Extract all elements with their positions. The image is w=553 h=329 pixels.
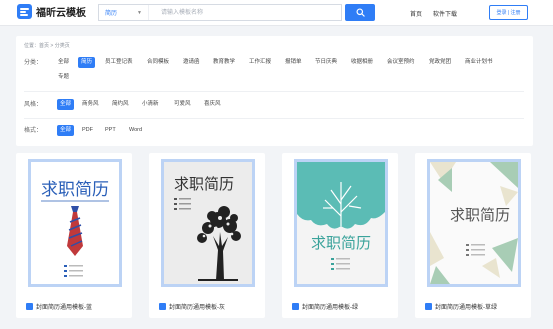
template-thumbnail[interactable]: 求职简历 xyxy=(294,159,388,287)
search-category-value: 简历 xyxy=(105,11,118,17)
template-thumbnail[interactable]: 求职简历 xyxy=(161,159,255,287)
search-box: 简历 ▼ xyxy=(98,4,342,21)
style-option[interactable]: 简约风 xyxy=(112,99,129,110)
category-option[interactable]: 收据相册 xyxy=(351,57,373,68)
filter-panel: 位置：首页 > 分类页 分类： 全部 简历 员工登记表 合同模板 邀请函 教育教… xyxy=(16,36,533,146)
template-card[interactable]: 求职简历 封面简历通用模板-蓝 xyxy=(16,153,132,318)
category-option[interactable]: 工作汇报 xyxy=(249,57,271,68)
style-option[interactable]: 喜庆风 xyxy=(204,99,221,110)
resume-cover-image: 求职简历 xyxy=(164,162,252,284)
search-category-select[interactable]: 简历 ▼ xyxy=(99,5,149,20)
login-register-button[interactable]: 登录 | 注册 xyxy=(489,5,528,20)
search-button[interactable] xyxy=(345,4,375,21)
category-option[interactable]: 会议室预约 xyxy=(387,57,415,68)
style-option[interactable]: 商务风 xyxy=(82,99,99,110)
category-option[interactable]: 节日庆典 xyxy=(315,57,337,68)
document-icon xyxy=(159,303,166,310)
template-title[interactable]: 封面简历通用模板-绿 xyxy=(302,302,358,311)
caret-down-icon: ▼ xyxy=(137,9,142,16)
resume-cover-image: 求职简历 xyxy=(31,162,119,284)
category-option-active[interactable]: 简历 xyxy=(78,57,96,68)
format-option[interactable]: Word xyxy=(129,125,142,136)
style-option[interactable]: 小清新 xyxy=(142,99,159,110)
template-title[interactable]: 封面简历通用模板-灰 xyxy=(169,302,225,311)
resume-cover-image: 求职简历 xyxy=(297,162,385,284)
search-icon xyxy=(355,8,365,17)
format-option[interactable]: PPT xyxy=(105,125,116,136)
category-option[interactable]: 邀请函 xyxy=(183,57,200,68)
nav-download-link[interactable]: 软件下载 xyxy=(433,9,457,18)
filter-divider xyxy=(24,118,524,119)
category-option[interactable]: 教育教学 xyxy=(213,57,235,68)
template-thumbnail[interactable]: 求职简历 xyxy=(427,159,521,287)
category-option[interactable]: 商业计划书 xyxy=(465,57,493,68)
category-option[interactable]: 报销单 xyxy=(285,57,302,68)
logo-text: 福昕云模板 xyxy=(36,8,86,19)
category-option[interactable]: 专题 xyxy=(58,72,69,83)
style-option[interactable]: 可爱风 xyxy=(174,99,191,110)
category-option[interactable]: 全部 xyxy=(58,57,69,68)
document-icon xyxy=(425,303,432,310)
logo-icon xyxy=(17,4,32,19)
category-option[interactable]: 合同模板 xyxy=(147,57,169,68)
svg-text:求职简历: 求职简历 xyxy=(311,234,371,252)
site-logo[interactable]: 福昕云模板 xyxy=(17,4,86,19)
category-option[interactable]: 党政党团 xyxy=(429,57,451,68)
format-filter-label: 格式： xyxy=(24,128,43,134)
template-title[interactable]: 封面简历通用模板-草绿 xyxy=(435,302,497,311)
search-input[interactable] xyxy=(149,5,341,20)
svg-text:求职简历: 求职简历 xyxy=(41,180,109,200)
template-title[interactable]: 封面简历通用模板-蓝 xyxy=(36,302,92,311)
document-icon xyxy=(292,303,299,310)
filter-divider xyxy=(24,91,524,92)
svg-text:求职简历: 求职简历 xyxy=(450,206,510,224)
template-thumbnail[interactable]: 求职简历 xyxy=(28,159,122,287)
breadcrumb: 位置：首页 > 分类页 xyxy=(24,43,70,49)
format-option-active[interactable]: 全部 xyxy=(57,125,75,136)
resume-cover-image: 求职简历 xyxy=(430,162,518,284)
nav-home-link[interactable]: 首页 xyxy=(410,9,422,18)
svg-text:求职简历: 求职简历 xyxy=(174,175,234,193)
document-icon xyxy=(26,303,33,310)
top-header: 福昕云模板 简历 ▼ 首页 软件下载 登录 | 注册 xyxy=(0,0,553,26)
template-card[interactable]: 求职简历 封面简历通用模板-绿 xyxy=(282,153,398,318)
style-filter-label: 风格： xyxy=(24,102,43,108)
category-option[interactable]: 员工登记表 xyxy=(105,57,133,68)
style-option-active[interactable]: 全部 xyxy=(57,99,75,110)
category-filter-label: 分类： xyxy=(24,60,43,66)
format-option[interactable]: PDF xyxy=(82,125,93,136)
template-card[interactable]: 求职简历 封面简历通用模板-灰 xyxy=(149,153,265,318)
template-card[interactable]: 求职简历 封面简历通用模板-草绿 xyxy=(415,153,531,318)
